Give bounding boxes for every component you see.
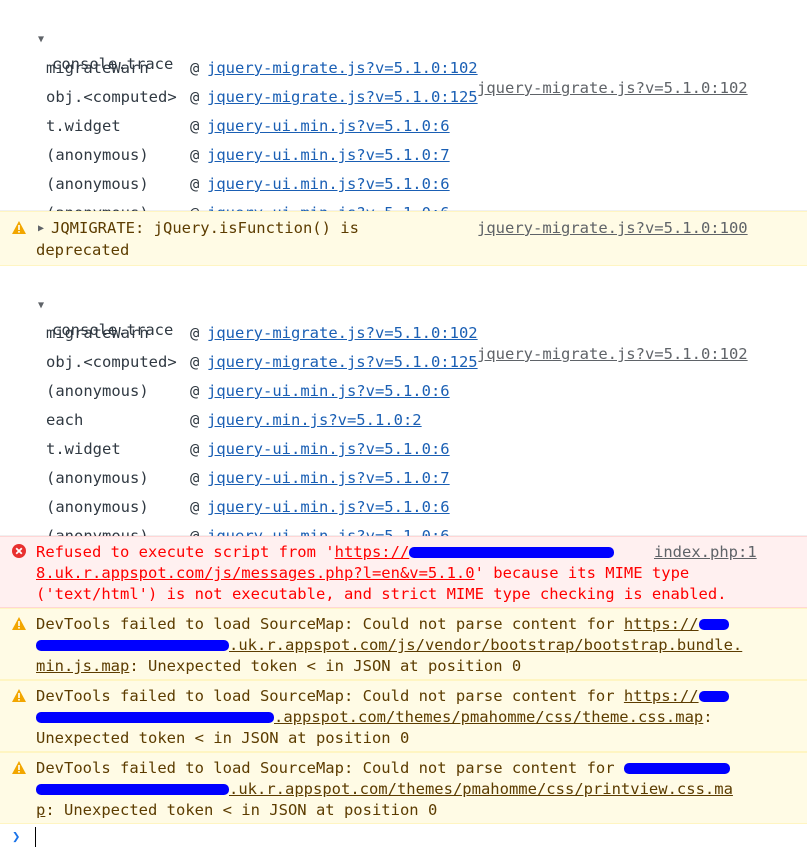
- sourcemap-line3: Unexpected token < in JSON at position 0: [36, 729, 410, 747]
- redaction-mark: [698, 619, 729, 630]
- error-line3: ('text/html') is not executable, and str…: [36, 585, 727, 603]
- redaction-mark: [623, 763, 730, 774]
- sourcemap-line3: min.js.map: Unexpected token < in JSON a…: [36, 656, 771, 677]
- sourcemap-warning-2: DevTools failed to load SourceMap: Could…: [0, 680, 807, 752]
- stack-frame: (anonymous)@jquery-ui.min.js?v=5.1.0:6: [0, 500, 807, 545]
- warning-icon: [12, 221, 26, 234]
- trace-group-2: ▼ console.trace jquery-migrate.js?v=5.1.…: [0, 266, 807, 545]
- console-input-caret[interactable]: [35, 827, 36, 847]
- error-icon: [12, 544, 26, 558]
- error-message: Refused to execute script from 'https://…: [0, 536, 807, 608]
- stack-frame: (anonymous)@jquery-ui.min.js?v=5.1.0:6: [0, 148, 807, 193]
- stack-frame: t.widget @ jquery-ui.min.js?v=5.1.0:6: [0, 90, 807, 135]
- warning-message: ▶ JQMIGRATE: jQuery.isFunction() is depr…: [0, 211, 807, 266]
- warning-icon: [12, 689, 26, 702]
- error-text: ' because its MIME type: [474, 564, 690, 582]
- chevron-right-icon: ❯: [12, 829, 21, 845]
- trace-header-row[interactable]: ▼ console.trace jquery-migrate.js?v=5.1.…: [0, 4, 807, 97]
- sourcemap-line2: .appspot.com/themes/pmahomme/css/theme.c…: [36, 707, 771, 728]
- sourcemap-url[interactable]: .appspot.com/themes/pmahomme/css/theme.c…: [274, 708, 703, 726]
- error-text: Refused to execute script from ': [36, 543, 335, 561]
- error-line1: Refused to execute script from 'https://: [36, 542, 615, 563]
- sourcemap-line1: DevTools failed to load SourceMap: Could…: [36, 686, 771, 707]
- stack-frame: each @ jquery.min.js?v=5.1.0:2: [0, 384, 807, 429]
- trace-group-1: ▼ console.trace jquery-migrate.js?v=5.1.…: [0, 0, 807, 222]
- source-link[interactable]: index.php:1: [654, 542, 757, 563]
- redaction-mark: [409, 547, 615, 558]
- sourcemap-line1: DevTools failed to load SourceMap: Could…: [36, 614, 771, 635]
- stack-frame: migrateWarn @ jquery-migrate.js?v=5.1.0:10…: [0, 297, 807, 342]
- stack-frame: (anonymous) @ jquery-ui.min.js?v=5.1.0:7: [0, 119, 807, 164]
- sourcemap-line1: DevTools failed to load SourceMap: Could…: [36, 758, 771, 779]
- expand-triangle-icon[interactable]: ▶: [38, 223, 44, 234]
- error-url[interactable]: 8.uk.r.appspot.com/js/messages.php?l=en&…: [36, 564, 475, 582]
- error-url[interactable]: https://: [335, 543, 410, 561]
- stack-frame: (anonymous)@jquery-ui.min.js?v=5.1.0:6: [0, 177, 807, 222]
- stack-frame: (anonymous)@jquery-ui.min.js?v=5.1.0:6: [0, 471, 807, 516]
- warning-text: : Unexpected token < in JSON at position…: [45, 801, 438, 819]
- warning-icon: [12, 617, 26, 630]
- redaction-mark: [36, 784, 229, 795]
- stack-frame: migrateWarn @ jquery-migrate.js?v=5.1.0:10…: [0, 32, 807, 77]
- warning-text-line2: deprecated: [36, 241, 130, 259]
- sourcemap-line3: p: Unexpected token < in JSON at positio…: [36, 800, 771, 821]
- warning-text: DevTools failed to load SourceMap: Could…: [36, 687, 624, 705]
- sourcemap-url[interactable]: https://: [624, 687, 699, 705]
- error-line2: 8.uk.r.appspot.com/js/messages.php?l=en&…: [36, 563, 771, 584]
- stack-frame: obj.<computed> @ jquery-migrate.js?v=5.1.0…: [0, 61, 807, 106]
- warning-text: : Unexpected token < in JSON at position…: [129, 657, 522, 675]
- stack-frame: (anonymous) @ jquery-ui.min.js?v=5.1.0:7: [0, 442, 807, 487]
- sourcemap-warning-1: DevTools failed to load SourceMap: Could…: [0, 608, 807, 680]
- warning-icon: [12, 761, 26, 774]
- sourcemap-url[interactable]: p: [36, 801, 45, 819]
- redaction-mark: [698, 691, 729, 702]
- sourcemap-line2: .uk.r.appspot.com/themes/pmahomme/css/pr…: [36, 779, 771, 800]
- warning-text: DevTools failed to load SourceMap: Could…: [36, 759, 624, 777]
- sourcemap-url[interactable]: .uk.r.appspot.com/js/vendor/bootstrap/bo…: [229, 636, 742, 654]
- trace-header-row[interactable]: ▼ console.trace jquery-migrate.js?v=5.1.…: [0, 270, 807, 363]
- sourcemap-line2: .uk.r.appspot.com/js/vendor/bootstrap/bo…: [36, 635, 771, 656]
- stack-frame: (anonymous)@jquery-ui.min.js?v=5.1.0:6: [0, 355, 807, 400]
- sourcemap-warning-3: DevTools failed to load SourceMap: Could…: [0, 752, 807, 824]
- source-link[interactable]: jquery-migrate.js?v=5.1.0:100: [477, 219, 748, 237]
- sourcemap-url[interactable]: .uk.r.appspot.com/themes/pmahomme/css/pr…: [229, 780, 733, 798]
- redaction-mark: [36, 712, 274, 723]
- stack-frame: t.widget @ jquery-ui.min.js?v=5.1.0:6: [0, 413, 807, 458]
- warning-text: DevTools failed to load SourceMap: Could…: [36, 615, 624, 633]
- redaction-mark: [36, 640, 229, 651]
- warning-text-line1: JQMIGRATE: jQuery.isFunction() is: [51, 219, 359, 237]
- stack-frame: obj.<computed> @ jquery-migrate.js?v=5.1.0…: [0, 326, 807, 371]
- warning-text: :: [703, 708, 713, 726]
- sourcemap-url[interactable]: min.js.map: [36, 657, 129, 675]
- sourcemap-url[interactable]: https://: [624, 615, 699, 633]
